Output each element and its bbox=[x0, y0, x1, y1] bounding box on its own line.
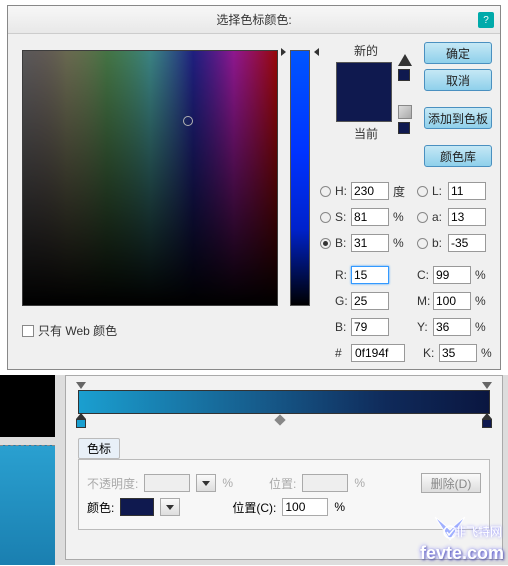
position-unit: % bbox=[334, 500, 345, 514]
value-grid: H: 度 L: S: % a: B: bbox=[320, 178, 495, 366]
position-input[interactable] bbox=[282, 498, 328, 516]
input-l[interactable] bbox=[448, 182, 486, 200]
label-l: L: bbox=[432, 184, 448, 198]
input-y[interactable] bbox=[433, 318, 471, 336]
label-a: a: bbox=[432, 210, 448, 224]
color-field[interactable] bbox=[22, 50, 278, 306]
label-h: H: bbox=[335, 184, 351, 198]
help-button[interactable]: ? bbox=[478, 12, 494, 28]
websafe-warning-icon[interactable] bbox=[398, 105, 412, 119]
current-label: 当前 bbox=[336, 125, 396, 142]
swatch-box bbox=[336, 62, 392, 122]
gradient-bar[interactable] bbox=[78, 390, 490, 414]
input-b-hsb[interactable] bbox=[351, 234, 389, 252]
web-only-label: 只有 Web 颜色 bbox=[38, 322, 117, 339]
input-m[interactable] bbox=[433, 292, 471, 310]
warning-icons bbox=[398, 54, 412, 134]
label-m: M: bbox=[417, 294, 433, 308]
web-only-checkbox[interactable] bbox=[22, 325, 34, 337]
color-dropdown[interactable] bbox=[160, 498, 180, 516]
radio-l[interactable] bbox=[417, 186, 428, 197]
unit-b-hsb: % bbox=[389, 236, 407, 250]
titlebar: 选择色标颜色: ? bbox=[8, 6, 500, 34]
add-swatch-button[interactable]: 添加到色板 bbox=[424, 107, 492, 129]
unit-k: % bbox=[477, 346, 495, 360]
label-b-hsb: B: bbox=[335, 236, 351, 250]
radio-b-lab[interactable] bbox=[417, 238, 428, 249]
opacity-dropdown bbox=[196, 474, 216, 492]
unit-h: 度 bbox=[389, 183, 407, 200]
color-picker-dialog: 选择色标颜色: ? 新的 当前 确定 取消 添加到色板 bbox=[7, 5, 501, 370]
label-b-rgb: B: bbox=[335, 320, 351, 334]
position-label-disabled: 位置: bbox=[269, 475, 296, 492]
radio-b-hsb[interactable] bbox=[320, 238, 331, 249]
opacity-stop-left[interactable] bbox=[76, 382, 86, 390]
input-h[interactable] bbox=[351, 182, 389, 200]
color-stop-left[interactable] bbox=[76, 419, 86, 428]
canvas-black bbox=[0, 375, 55, 437]
input-hex[interactable] bbox=[351, 344, 405, 362]
unit-s: % bbox=[389, 210, 407, 224]
button-column: 确定 取消 添加到色板 颜色库 bbox=[424, 42, 492, 167]
swatch-current[interactable] bbox=[337, 92, 391, 121]
input-c[interactable] bbox=[433, 266, 471, 284]
watermark-cn: 非飞特网 bbox=[454, 523, 502, 540]
stops-section-label: 色标 bbox=[78, 438, 120, 459]
color-label: 颜色: bbox=[87, 499, 114, 516]
input-a[interactable] bbox=[448, 208, 486, 226]
hue-slider-handle[interactable] bbox=[283, 48, 317, 56]
radio-h[interactable] bbox=[320, 186, 331, 197]
label-hex: # bbox=[335, 346, 351, 360]
gamut-warning-icon[interactable] bbox=[398, 54, 412, 66]
color-stop-right[interactable] bbox=[482, 419, 492, 428]
unit-c: % bbox=[471, 268, 489, 282]
midpoint-diamond[interactable] bbox=[274, 414, 285, 425]
gamut-swatch-icon[interactable] bbox=[398, 69, 410, 81]
label-y: Y: bbox=[417, 320, 433, 334]
position-label: 位置(C): bbox=[232, 499, 276, 516]
canvas-blue bbox=[0, 445, 55, 565]
cancel-button[interactable]: 取消 bbox=[424, 69, 492, 91]
label-s: S: bbox=[335, 210, 351, 224]
label-b-lab: b: bbox=[432, 236, 448, 250]
opacity-input bbox=[144, 474, 190, 492]
delete-button[interactable]: 删除(D) bbox=[421, 473, 481, 493]
swatch-group: 新的 当前 bbox=[336, 42, 396, 142]
dialog-title: 选择色标颜色: bbox=[16, 11, 492, 28]
opacity-stop-right[interactable] bbox=[482, 382, 492, 390]
input-k[interactable] bbox=[439, 344, 477, 362]
unit-m: % bbox=[471, 294, 489, 308]
websafe-swatch-icon[interactable] bbox=[398, 122, 410, 134]
input-r[interactable] bbox=[351, 266, 389, 284]
label-g: G: bbox=[335, 294, 351, 308]
input-b-rgb[interactable] bbox=[351, 318, 389, 336]
color-lib-button[interactable]: 颜色库 bbox=[424, 145, 492, 167]
ok-button[interactable]: 确定 bbox=[424, 42, 492, 64]
input-s[interactable] bbox=[351, 208, 389, 226]
hue-slider[interactable] bbox=[290, 50, 310, 306]
swatch-new[interactable] bbox=[337, 63, 391, 92]
color-field-cursor[interactable] bbox=[183, 116, 193, 126]
new-label: 新的 bbox=[336, 42, 396, 59]
label-r: R: bbox=[335, 268, 351, 282]
stop-color-swatch[interactable] bbox=[120, 498, 154, 516]
input-b-lab[interactable] bbox=[448, 234, 486, 252]
position-input-disabled bbox=[302, 474, 348, 492]
unit-y: % bbox=[471, 320, 489, 334]
web-only-row: 只有 Web 颜色 bbox=[22, 322, 117, 339]
label-c: C: bbox=[417, 268, 433, 282]
gradient-bar-wrap bbox=[78, 390, 490, 414]
radio-s[interactable] bbox=[320, 212, 331, 223]
dialog-body: 新的 当前 确定 取消 添加到色板 颜色库 H: bbox=[8, 34, 500, 369]
input-g[interactable] bbox=[351, 292, 389, 310]
opacity-label: 不透明度: bbox=[87, 475, 138, 492]
radio-a[interactable] bbox=[417, 212, 428, 223]
label-k: K: bbox=[423, 346, 439, 360]
